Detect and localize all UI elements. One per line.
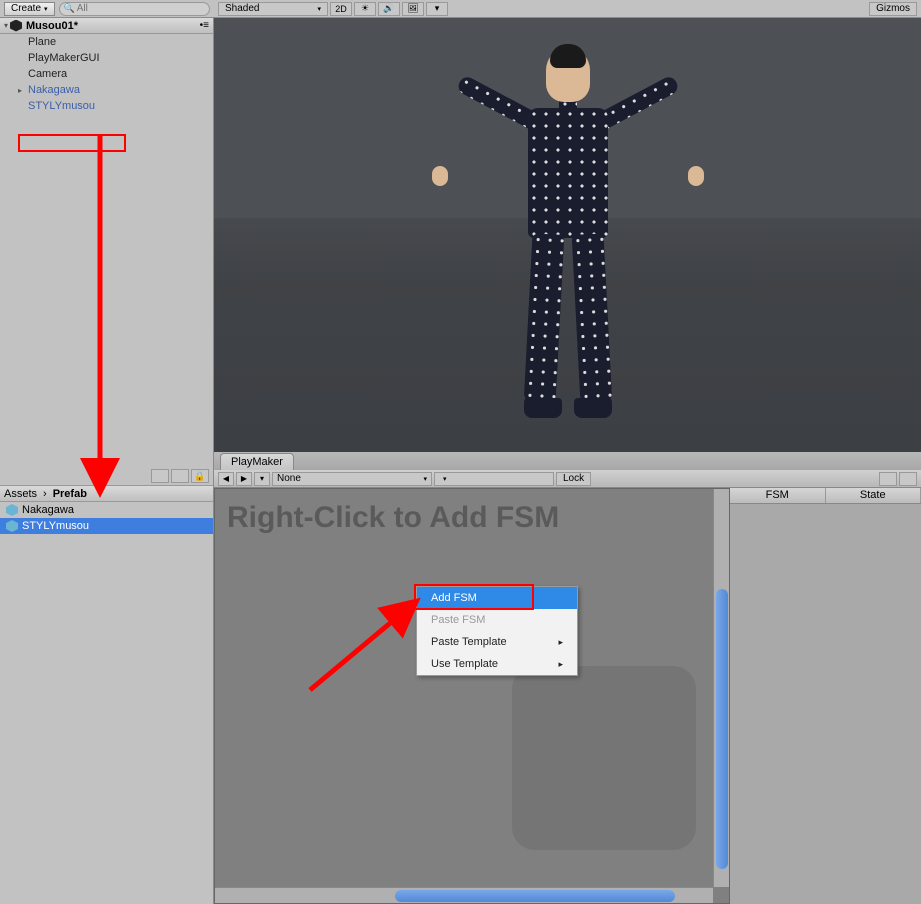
pm-back-icon[interactable]: ◀ (218, 472, 234, 486)
hierarchy-item[interactable]: Plane (0, 34, 213, 50)
pm-minimap-icon[interactable] (879, 472, 897, 486)
unity-icon (10, 20, 22, 32)
hierarchy-item[interactable]: STYLYmusou (0, 98, 213, 114)
project-filter-icon[interactable] (151, 469, 169, 483)
hierarchy-panel: ▾ Musou01* •≡ PlanePlayMakerGUICameraNak… (0, 18, 214, 452)
gizmos-button[interactable]: Gizmos (869, 2, 917, 16)
pm-scrollbar-horizontal[interactable] (215, 887, 713, 903)
playmaker-panel: PlayMaker ◀ ▶ ▾ None Lock Right-Click to… (214, 452, 921, 904)
2d-toggle[interactable]: 2D (330, 2, 352, 16)
pm-body: Right-Click to Add FSM FSM State (214, 488, 921, 904)
breadcrumb-assets[interactable]: Assets (4, 488, 37, 500)
search-icon: 🔍 (64, 3, 75, 14)
pm-lock-toggle[interactable]: Lock (556, 472, 591, 486)
scene-menu-icon[interactable]: •≡ (200, 20, 209, 31)
shaded-dropdown[interactable]: Shaded (218, 2, 328, 16)
breadcrumb-prefab[interactable]: Prefab (53, 488, 87, 500)
pm-hint-text: Right-Click to Add FSM (227, 501, 559, 535)
hierarchy-search[interactable]: 🔍 (59, 2, 210, 16)
hierarchy-item[interactable]: PlayMakerGUI (0, 50, 213, 66)
playmaker-toolbar: ◀ ▶ ▾ None Lock (214, 470, 921, 488)
project-toolbar: 🔒 (0, 452, 213, 486)
breadcrumb[interactable]: Assets Prefab (0, 486, 213, 502)
hierarchy-toolbar: Create 🔍 (0, 0, 214, 17)
top-toolbar: Create 🔍 Shaded 2D ☀ 🔊 🖼 ▾ Gizmos (0, 0, 921, 18)
project-panel: 🔒 Assets Prefab Nakagawa STYLYmusou (0, 452, 214, 904)
project-item-label: Nakagawa (22, 504, 74, 516)
project-item-label: STYLYmusou (22, 520, 89, 532)
pm-canvas[interactable]: Right-Click to Add FSM (214, 488, 730, 904)
scene-header[interactable]: ▾ Musou01* •≡ (0, 18, 213, 34)
create-button[interactable]: Create (4, 2, 55, 16)
project-favorite-icon[interactable] (171, 469, 189, 483)
pm-side-tabs: FSM State (730, 488, 921, 504)
audio-toggle[interactable]: 🔊 (378, 2, 400, 16)
fx-dropdown[interactable]: ▾ (426, 2, 448, 16)
search-input[interactable] (77, 3, 205, 14)
lighting-toggle[interactable]: ☀ (354, 2, 376, 16)
tab-fsm[interactable]: FSM (730, 488, 826, 503)
context-menu-item: Paste FSM (417, 609, 577, 631)
project-item[interactable]: Nakagawa (0, 502, 213, 518)
pm-scrollbar-vertical[interactable] (713, 489, 729, 887)
pm-inspector: FSM State (730, 488, 921, 904)
pm-settings-icon[interactable] (899, 472, 917, 486)
character-model (438, 48, 698, 428)
context-menu-item[interactable]: Paste Template (417, 631, 577, 653)
scene-toolbar: Shaded 2D ☀ 🔊 🖼 ▾ Gizmos (214, 0, 921, 17)
context-menu-item[interactable]: Use Template (417, 653, 577, 675)
pm-forward-icon[interactable]: ▶ (236, 472, 252, 486)
scene-viewport[interactable] (214, 18, 921, 452)
pm-fsm-dropdown-2[interactable] (434, 472, 554, 486)
prefab-icon (6, 520, 18, 532)
hierarchy-item[interactable]: Nakagawa (0, 82, 213, 98)
pm-fsm-dropdown[interactable]: None (272, 472, 432, 486)
project-item[interactable]: STYLYmusou (0, 518, 213, 534)
annotation-box-hierarchy (18, 134, 126, 152)
pm-watermark (489, 643, 719, 873)
annotation-box-addfsm (414, 584, 534, 610)
playmaker-tab[interactable]: PlayMaker (220, 453, 294, 470)
lock-icon[interactable]: 🔒 (191, 469, 209, 483)
scene-view[interactable] (214, 18, 921, 452)
breadcrumb-separator (41, 488, 49, 500)
scene-name: Musou01* (26, 20, 78, 32)
fx-toggle[interactable]: 🖼 (402, 2, 424, 16)
pm-recent-icon[interactable]: ▾ (254, 472, 270, 486)
hierarchy-item[interactable]: Camera (0, 66, 213, 82)
tab-state[interactable]: State (826, 488, 921, 503)
playmaker-tab-row: PlayMaker (214, 452, 921, 470)
prefab-icon (6, 504, 18, 516)
